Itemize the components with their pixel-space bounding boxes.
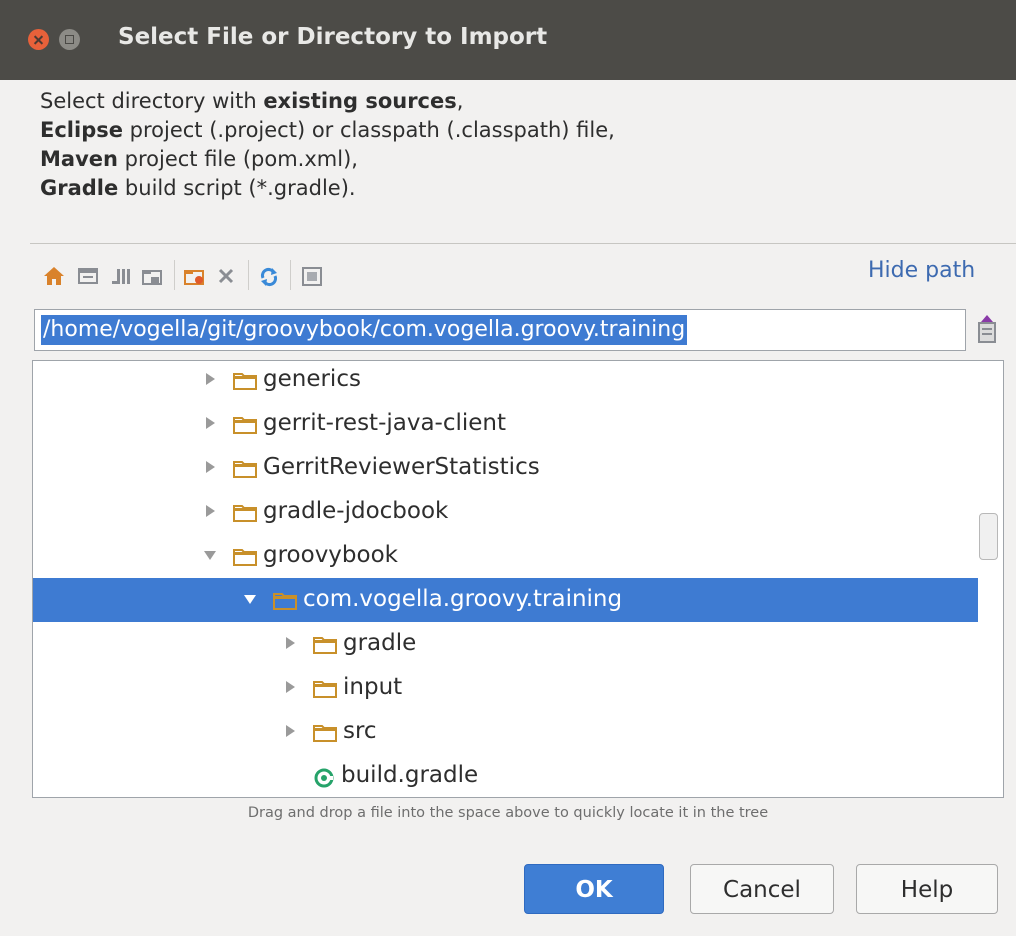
collapsed-arrow-icon[interactable] [283,679,297,695]
folder-icon [233,548,257,566]
toolbar-separator [174,260,175,290]
desktop-icon[interactable] [74,258,102,290]
tree-row[interactable]: input [33,666,978,710]
ok-button[interactable]: OK [524,864,664,914]
desc-text: project (.project) or classpath (.classp… [122,118,615,142]
toolbar-separator [248,260,249,290]
dialog-title: Select File or Directory to Import [118,24,548,50]
help-button[interactable]: Help [856,864,998,914]
folder-icon [273,592,297,610]
tree-row[interactable]: gradle [33,622,978,666]
folder-icon [233,416,257,434]
tree-item-label: gradle [343,630,417,656]
collapsed-arrow-icon[interactable] [203,415,217,431]
folder-icon [233,504,257,522]
collapsed-arrow-icon[interactable] [203,459,217,475]
desc-text: project file (pom.xml), [117,147,358,171]
separator [30,243,1016,244]
tree-row[interactable]: generics [33,361,978,402]
tree-item-label: generics [263,366,361,392]
tree-scrollbar-thumb[interactable] [979,513,998,560]
path-input[interactable]: /home/vogella/git/groovybook/com.vogella… [34,309,966,351]
minimize-window-button[interactable] [59,29,80,50]
file-tree[interactable]: generics gerrit-rest-java-client GerritRev… [32,360,1004,798]
tree-row[interactable]: src [33,710,978,754]
desc-text: Select directory with [40,89,264,113]
tree-item-label: gerrit-rest-java-client [263,410,507,436]
tree-item-label: groovybook [263,542,398,568]
show-hidden-icon[interactable] [298,258,326,290]
tree-row[interactable]: groovybook [33,534,978,578]
desc-bold: existing sources [263,89,457,113]
cancel-button[interactable]: Cancel [690,864,834,914]
folder-icon [233,460,257,478]
collapsed-arrow-icon[interactable] [203,371,217,387]
desc-text: build script (*.gradle). [118,176,356,200]
new-folder-icon[interactable] [180,258,208,290]
collapsed-arrow-icon[interactable] [203,503,217,519]
tree-item-label: gradle-jdocbook [263,498,449,524]
tree-item-label: build.gradle [341,762,479,788]
desc-bold: Eclipse [40,118,123,142]
tree-row-selected[interactable]: com.vogella.groovy.training [33,578,978,622]
folder-icon [313,680,337,698]
dialog-description: Select directory with existing sources, … [40,87,615,203]
home-icon[interactable] [40,258,68,290]
toolbar-separator [290,260,291,290]
tree-item-label: com.vogella.groovy.training [303,586,623,612]
expanded-arrow-icon[interactable] [203,547,217,563]
module-icon[interactable] [138,258,166,290]
drag-drop-hint: Drag and drop a file into the space abov… [247,805,769,821]
path-input-value: /home/vogella/git/groovybook/com.vogella… [41,315,688,345]
collapsed-arrow-icon[interactable] [283,635,297,651]
hide-path-link[interactable]: Hide path [868,258,975,283]
tree-row[interactable]: gerrit-rest-java-client [33,402,978,446]
tree-item-label: input [343,674,403,700]
desc-bold: Gradle [40,176,119,200]
project-icon[interactable] [106,258,134,290]
desc-text: , [456,89,464,113]
tree-item-label: src [343,718,377,744]
tree-item-label: GerritReviewerStatistics [263,454,540,480]
tree-row[interactable]: build.gradle [33,754,978,797]
title-bar: Select File or Directory to Import [0,0,1016,80]
delete-icon[interactable] [212,258,240,290]
refresh-icon[interactable] [254,258,282,290]
collapsed-arrow-icon[interactable] [283,723,297,739]
close-window-button[interactable] [28,29,49,50]
folder-icon [233,372,257,390]
tree-row[interactable]: GerritReviewerStatistics [33,446,978,490]
expanded-arrow-icon[interactable] [243,591,257,607]
folder-icon [313,636,337,654]
gradle-file-icon [313,768,337,788]
tree-row[interactable]: gradle-jdocbook [33,490,978,534]
folder-icon [313,724,337,742]
desc-bold: Maven [40,147,118,171]
path-history-icon[interactable] [976,313,998,345]
